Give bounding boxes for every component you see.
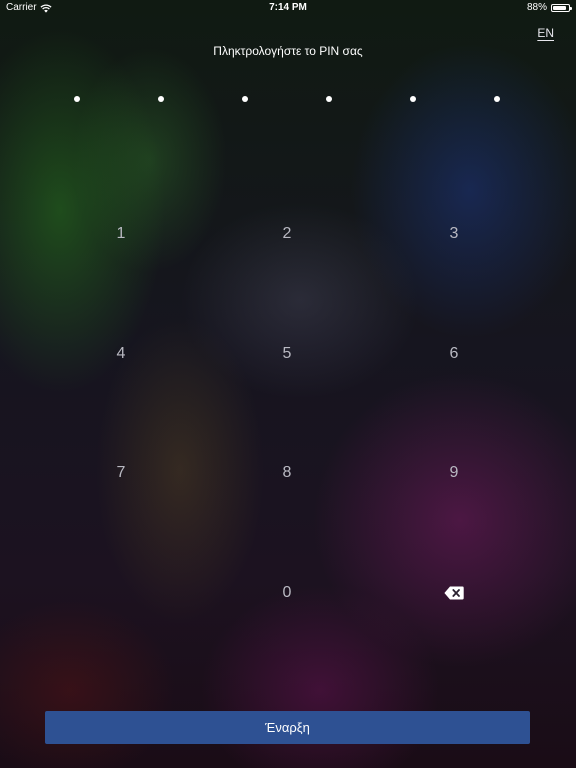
key-3[interactable]: 3 — [399, 194, 509, 274]
status-time: 7:14 PM — [269, 2, 307, 13]
pin-dot — [158, 96, 164, 102]
status-bar: Carrier 7:14 PM 88% — [0, 0, 576, 16]
keypad: 1 2 3 4 5 6 7 8 9 0 — [0, 0, 576, 768]
pin-dot — [410, 96, 416, 102]
battery-icon — [551, 4, 572, 12]
backspace-button[interactable] — [399, 553, 509, 633]
key-5[interactable]: 5 — [232, 314, 342, 394]
start-button[interactable]: Έναρξη — [45, 711, 530, 744]
language-switch-button[interactable]: EN — [537, 26, 554, 40]
key-7[interactable]: 7 — [66, 433, 176, 513]
battery-fill — [553, 6, 566, 10]
pin-prompt: Πληκτρολογήστε το PIN σας — [213, 44, 363, 58]
pin-dot — [326, 96, 332, 102]
key-6[interactable]: 6 — [399, 314, 509, 394]
pin-dot — [74, 96, 80, 102]
status-right: 88% — [526, 0, 572, 16]
key-9[interactable]: 9 — [399, 433, 509, 513]
backspace-icon — [444, 586, 464, 600]
battery-percent: 88% — [526, 2, 547, 13]
key-1[interactable]: 1 — [66, 194, 176, 274]
pin-dot — [242, 96, 248, 102]
key-8[interactable]: 8 — [232, 433, 342, 513]
key-4[interactable]: 4 — [66, 314, 176, 394]
key-0[interactable]: 0 — [232, 553, 342, 633]
key-2[interactable]: 2 — [232, 194, 342, 274]
pin-dot — [494, 96, 500, 102]
pin-dots — [0, 96, 576, 104]
